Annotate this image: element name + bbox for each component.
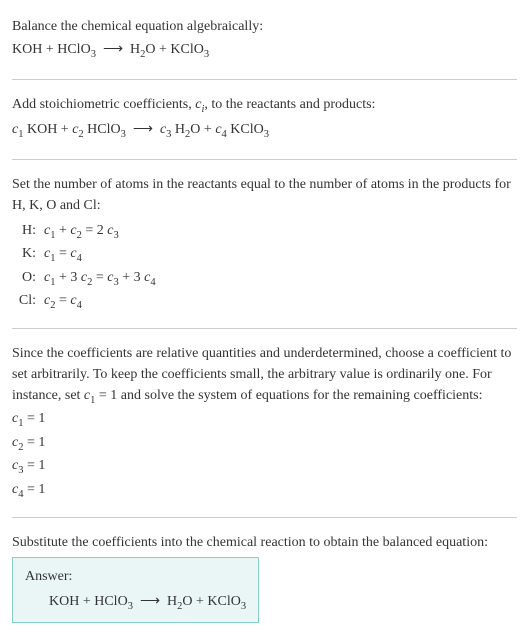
problem-equation: KOH + HClO3 ⟶ H2O + KClO3 [12, 39, 517, 63]
answer-label: Answer: [25, 566, 246, 587]
stoich-section: Add stoichiometric coefficients, ci, to … [12, 86, 517, 153]
divider [12, 517, 517, 518]
answer-equation: KOH + HClO3 ⟶ H2O + KClO3 [25, 591, 246, 615]
atoms-prompt: Set the number of atoms in the reactants… [12, 174, 517, 216]
solve-section: Since the coefficients are relative quan… [12, 335, 517, 511]
atom-row: O: c1 + 3 c2 = c3 + 3 c4 [12, 267, 517, 291]
atom-row: Cl: c2 = c4 [12, 290, 517, 314]
answer-box: Answer: KOH + HClO3 ⟶ H2O + KClO3 [12, 557, 259, 624]
solve-prompt: Since the coefficients are relative quan… [12, 343, 517, 409]
stoich-equation: c1 KOH + c2 HClO3 ⟶ c3 H2O + c4 KClO3 [12, 119, 517, 143]
problem-prompt: Balance the chemical equation algebraica… [12, 16, 517, 37]
atoms-section: Set the number of atoms in the reactants… [12, 166, 517, 322]
atom-equation: c1 + c2 = 2 c3 [44, 220, 119, 244]
solve-result: c3 = 1 [12, 455, 517, 479]
atoms-table: H: c1 + c2 = 2 c3 K: c1 = c4 O: c1 + 3 c… [12, 220, 517, 314]
atom-equation: c1 + 3 c2 = c3 + 3 c4 [44, 267, 156, 291]
atom-label: O: [12, 267, 36, 291]
atom-label: H: [12, 220, 36, 244]
atom-row: K: c1 = c4 [12, 243, 517, 267]
stoich-prompt: Add stoichiometric coefficients, ci, to … [12, 94, 517, 118]
substitute-section: Substitute the coefficients into the che… [12, 524, 517, 632]
atom-label: K: [12, 243, 36, 267]
problem-section: Balance the chemical equation algebraica… [12, 8, 517, 73]
atom-equation: c1 = c4 [44, 243, 82, 267]
divider [12, 79, 517, 80]
atom-label: Cl: [12, 290, 36, 314]
solve-result: c2 = 1 [12, 432, 517, 456]
solve-result: c1 = 1 [12, 408, 517, 432]
atom-row: H: c1 + c2 = 2 c3 [12, 220, 517, 244]
divider [12, 159, 517, 160]
atom-equation: c2 = c4 [44, 290, 82, 314]
solve-result: c4 = 1 [12, 479, 517, 503]
divider [12, 328, 517, 329]
substitute-prompt: Substitute the coefficients into the che… [12, 532, 517, 553]
